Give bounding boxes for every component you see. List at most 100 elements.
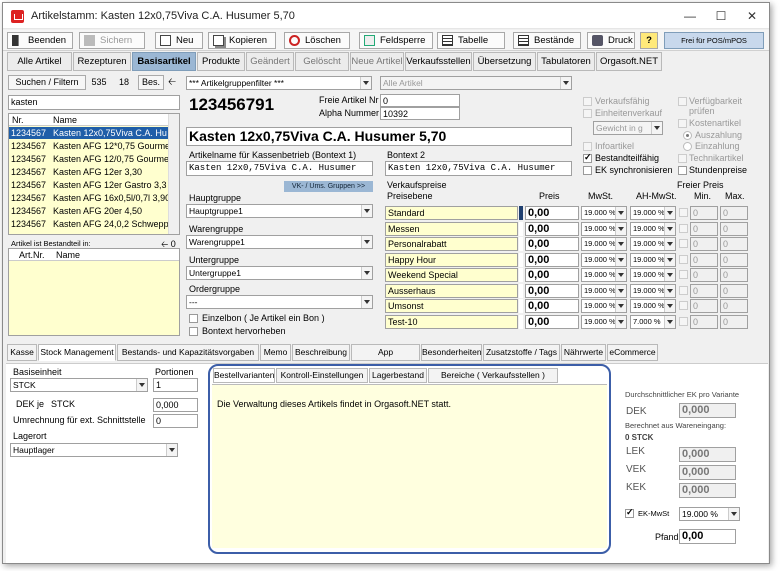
min-input-1[interactable]: 0	[690, 221, 718, 236]
bottom-tab-6[interactable]: Besonderheiten	[421, 344, 482, 361]
list-item[interactable]: 1234567 Kasten AFG 12er Gastro 3,3	[9, 179, 169, 191]
min-input-7[interactable]: 0	[690, 314, 718, 329]
inner-tab-0[interactable]: Bestellvarianten	[213, 368, 275, 383]
arrow-left-icon[interactable]: 🡠	[166, 76, 178, 89]
tab-7[interactable]: Verkaufsstellen	[405, 52, 472, 71]
druck-button[interactable]: Druck	[587, 32, 635, 49]
umrechnung-input[interactable]: 0	[153, 414, 198, 428]
basiseinheit-select[interactable]: STCK	[10, 378, 148, 392]
verkaufsfaehig-checkbox[interactable]	[583, 97, 592, 106]
bestaende-button[interactable]: Bestände	[513, 32, 581, 49]
ahmwst-select-6[interactable]: 19.000 %	[630, 299, 676, 313]
portionen-input[interactable]: 1	[153, 378, 198, 392]
mwst-select-5[interactable]: 19.000 %	[581, 283, 627, 298]
ekmwst-select[interactable]: 19.000 %	[679, 507, 740, 521]
vk-gruppen-button[interactable]: VK- / Ums. Gruppen >>	[284, 181, 373, 192]
freier-preis-checkbox-1[interactable]	[679, 223, 688, 233]
neu-button[interactable]: Neu	[155, 32, 203, 49]
close-button[interactable]: ✕	[737, 7, 767, 25]
alpha-input[interactable]: 10392	[380, 107, 460, 120]
price-input-7[interactable]: 0,00	[525, 314, 579, 329]
ordergruppe-select[interactable]: ---	[186, 295, 373, 309]
verfuegbarkeit-checkbox[interactable]	[678, 97, 687, 106]
tab-9[interactable]: Tabulatoren	[537, 52, 595, 71]
kostenartikel-checkbox[interactable]	[678, 119, 687, 128]
list-item[interactable]: 1234567 Kasten AFG 12*0,75 Gourme	[9, 140, 169, 152]
mwst-select-3[interactable]: 19.000 %	[581, 252, 627, 267]
stundenpreise-checkbox[interactable]	[678, 166, 687, 175]
infoartikel-checkbox[interactable]	[583, 142, 592, 151]
maximize-button[interactable]: ☐	[706, 7, 736, 25]
technikartikel-checkbox[interactable]	[678, 154, 687, 163]
ahmwst-select-7[interactable]: 7.000 %	[630, 314, 676, 329]
price-input-3[interactable]: 0,00	[525, 252, 579, 267]
list-item[interactable]: 1234567 Kasten 12x0,75Viva C.A. Hu	[9, 127, 169, 139]
beenden-button[interactable]: Beenden	[7, 32, 73, 49]
lagerort-select[interactable]: Hauptlager	[10, 443, 178, 457]
einheitenverkauf-checkbox[interactable]	[583, 109, 592, 118]
bottom-tab-0[interactable]: Kasse	[7, 344, 37, 361]
ahmwst-select-1[interactable]: 19.000 %	[630, 221, 676, 236]
bottom-tab-2[interactable]: Bestands- und Kapazitätsvorgaben	[117, 344, 259, 361]
bontext-hervorheben-checkbox[interactable]	[189, 327, 198, 336]
freier-preis-checkbox-5[interactable]	[679, 285, 688, 295]
tab-0[interactable]: Alle Artikel	[7, 52, 72, 71]
bontext1-input[interactable]: Kasten 12x0,75Viva C.A. Husumer	[186, 161, 373, 176]
tab-10[interactable]: Orgasoft.NET	[596, 52, 662, 71]
gewicht-select[interactable]: Gewicht in g	[593, 121, 663, 135]
max-input-2[interactable]: 0	[720, 237, 748, 251]
freier-preis-checkbox-6[interactable]	[679, 301, 688, 310]
inner-tab-2[interactable]: Lagerbestand	[369, 368, 427, 383]
bottom-tab-9[interactable]: eCommerce	[607, 344, 658, 361]
loeschen-button[interactable]: Löschen	[284, 32, 350, 49]
mwst-select-6[interactable]: 19.000 %	[581, 299, 627, 313]
min-input-5[interactable]: 0	[690, 283, 718, 298]
freier-preis-checkbox-3[interactable]	[679, 254, 688, 264]
ahmwst-select-0[interactable]: 19.000 %	[630, 206, 676, 220]
tab-5[interactable]: Gelöscht	[295, 52, 349, 71]
freier-preis-checkbox-7[interactable]	[679, 316, 688, 326]
bes-button[interactable]: Bes.	[138, 75, 164, 90]
mwst-select-4[interactable]: 19.000 %	[581, 268, 627, 282]
suchen-filtern-button[interactable]: Suchen / Filtern	[8, 75, 86, 90]
list-scrollbar[interactable]	[168, 114, 179, 234]
freie-nr-input[interactable]: 0	[380, 94, 460, 107]
list-item[interactable]: 1234567 Kasten AFG 12/0,75 Gourme	[9, 153, 169, 165]
kopieren-button[interactable]: Kopieren	[208, 32, 276, 49]
auszahlung-radio[interactable]	[683, 131, 692, 140]
ekmwst-checkbox[interactable]	[625, 507, 634, 518]
bontext2-input[interactable]: Kasten 12x0,75Viva C.A. Husumer	[385, 161, 572, 176]
price-input-4[interactable]: 0,00	[525, 268, 579, 282]
inner-tab-1[interactable]: Kontroll-Einstellungen	[276, 368, 368, 383]
alle-artikel-select[interactable]: Alle Artikel	[380, 76, 572, 90]
min-input-6[interactable]: 0	[690, 299, 718, 313]
search-input[interactable]: kasten	[8, 95, 180, 110]
bottom-tab-1[interactable]: Stock Management	[38, 344, 116, 361]
price-input-2[interactable]: 0,00	[525, 237, 579, 251]
dek-input[interactable]: 0,000	[153, 398, 198, 412]
price-input-1[interactable]: 0,00	[525, 221, 579, 236]
bottom-tab-5[interactable]: App Beschreibung	[351, 344, 420, 372]
min-input-0[interactable]: 0	[690, 206, 718, 220]
list-item[interactable]: 1234567 Kasten AFG 20er 4,50	[9, 205, 169, 217]
price-input-5[interactable]: 0,00	[525, 283, 579, 298]
min-input-4[interactable]: 0	[690, 268, 718, 282]
tab-8[interactable]: Übersetzung	[473, 52, 536, 71]
gruppenfilter-select[interactable]: *** Artikelgruppenfilter ***	[186, 76, 372, 90]
list-item[interactable]: 1234567 Kasten AFG 12er 3,30	[9, 166, 169, 178]
price-input-0[interactable]: 0,00	[525, 206, 579, 220]
tab-6[interactable]: Neue Artikel	[350, 52, 404, 71]
hauptgruppe-select[interactable]: Hauptgruppe1	[186, 204, 373, 218]
tab-1[interactable]: Rezepturen	[73, 52, 131, 71]
max-input-4[interactable]: 0	[720, 268, 748, 282]
ahmwst-select-5[interactable]: 19.000 %	[630, 283, 676, 298]
einzelbon-checkbox[interactable]	[189, 314, 198, 323]
warengruppe-select[interactable]: Warengruppe1	[186, 235, 373, 249]
mwst-select-2[interactable]: 19.000 %	[581, 237, 627, 251]
tab-2[interactable]: Basisartikel	[132, 52, 196, 71]
freier-preis-checkbox-0[interactable]	[679, 208, 688, 217]
sichern-button[interactable]: Sichern	[79, 32, 145, 49]
ahmwst-select-3[interactable]: 19.000 %	[630, 252, 676, 267]
ek-sync-checkbox[interactable]	[583, 166, 592, 175]
frei-pos-button[interactable]: Frei für POS/mPOS	[664, 32, 764, 49]
